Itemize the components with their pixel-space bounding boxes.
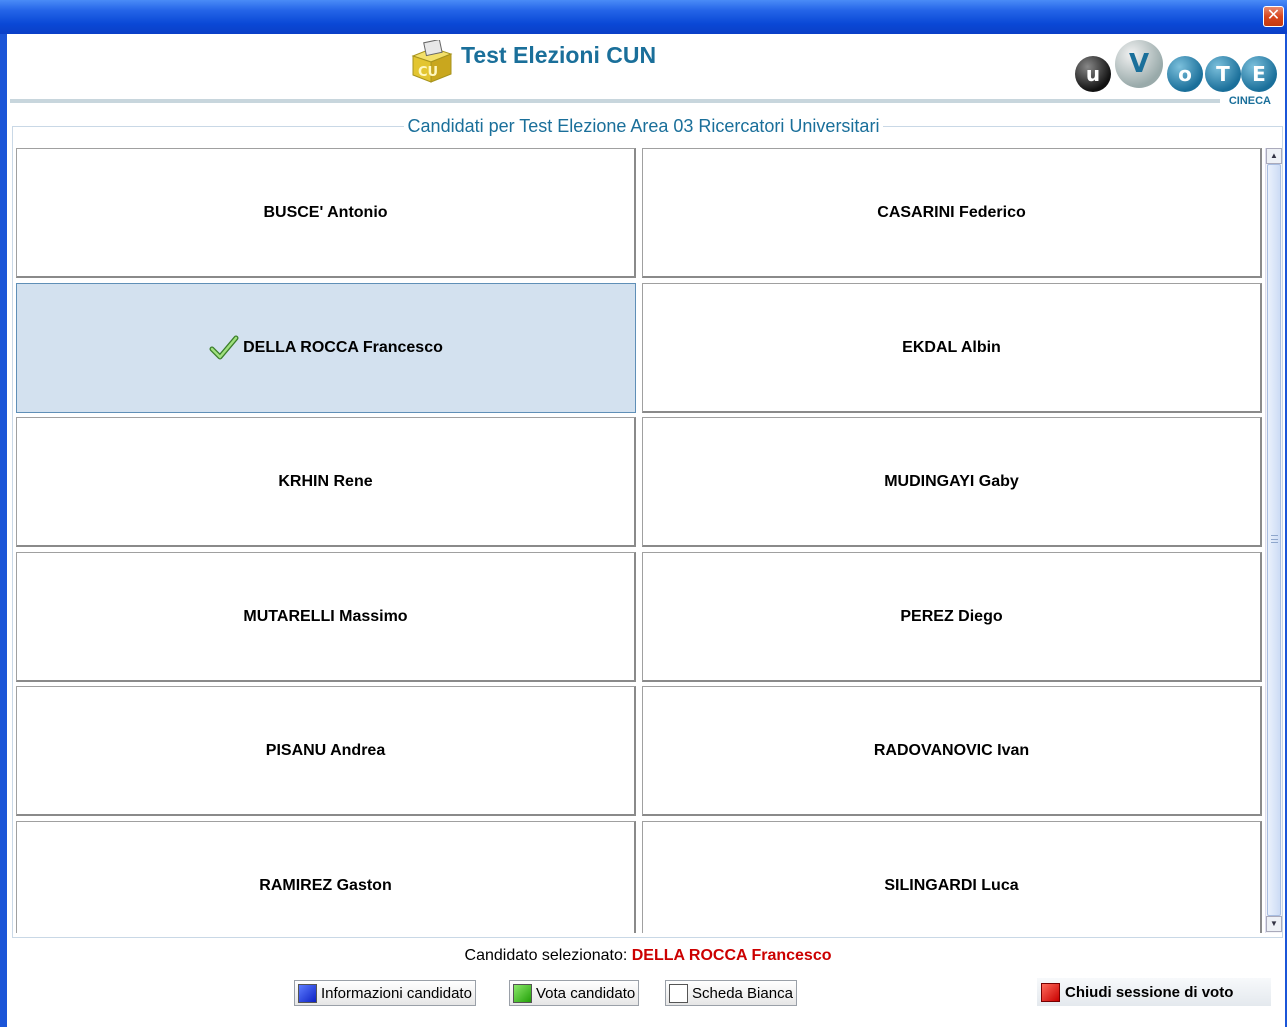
candidate-card[interactable]: RAMIREZ Gaston [16, 821, 636, 933]
panel-title: Candidati per Test Elezione Area 03 Rice… [403, 116, 884, 136]
candidate-grid: BUSCE' Antonio CASARINI Federico DELLA R… [16, 148, 1262, 933]
candidate-name: RADOVANOVIC Ivan [873, 741, 1030, 759]
candidate-name: BUSCE' Antonio [263, 203, 388, 221]
candidate-name: MUTARELLI Massimo [243, 607, 408, 625]
candidate-name: KRHIN Rene [278, 472, 373, 490]
vote-candidate-label: Vota candidato [536, 984, 636, 1002]
uvote-logo: u V o T E [1075, 40, 1277, 100]
brand-letter: o [1167, 56, 1203, 92]
app-header: CU Test Elezioni CUN u V o T E CINECA [7, 34, 1285, 107]
scroll-down-arrow-icon[interactable]: ▼ [1266, 916, 1282, 932]
selected-label: Candidato selezionato: [464, 947, 628, 964]
close-session-button[interactable]: Chiudi sessione di voto [1037, 978, 1271, 1006]
candidate-card[interactable]: PEREZ Diego [642, 552, 1262, 682]
red-square-icon [1041, 982, 1060, 1002]
candidate-name: CASARINI Federico [877, 203, 1026, 221]
scroll-thumb[interactable] [1267, 164, 1281, 916]
candidate-card-selected[interactable]: DELLA ROCCA Francesco [16, 283, 636, 413]
white-square-icon [669, 983, 688, 1003]
ballot-box-icon: CU [411, 40, 453, 83]
candidate-name: MUDINGAYI Gaby [884, 472, 1019, 490]
window-close-button[interactable]: ✕ [1263, 6, 1284, 27]
candidate-card[interactable]: PISANU Andrea [16, 686, 636, 816]
green-square-icon [513, 983, 532, 1003]
brand-letter: u [1075, 56, 1111, 92]
blank-ballot-label: Scheda Bianca [692, 984, 793, 1002]
brand-letter: T [1205, 56, 1241, 92]
candidate-card[interactable]: EKDAL Albin [642, 283, 1262, 413]
header-divider [10, 99, 1220, 103]
panel-title-wrap: Candidati per Test Elezione Area 03 Rice… [0, 116, 1287, 137]
candidate-card[interactable]: SILINGARDI Luca [642, 821, 1262, 933]
candidate-card[interactable]: MUTARELLI Massimo [16, 552, 636, 682]
app-title: Test Elezioni CUN [461, 42, 657, 68]
brand-subtitle: CINECA [1228, 95, 1271, 107]
blank-ballot-button[interactable]: Scheda Bianca [665, 980, 797, 1006]
candidate-card[interactable]: MUDINGAYI Gaby [642, 417, 1262, 547]
brand-letter: E [1241, 56, 1277, 92]
candidate-card[interactable]: CASARINI Federico [642, 148, 1262, 278]
blue-square-icon [298, 983, 317, 1003]
candidate-name: RAMIREZ Gaston [259, 876, 392, 894]
title-bar: ✕ [0, 0, 1287, 34]
candidate-card[interactable]: RADOVANOVIC Ivan [642, 686, 1262, 816]
info-candidate-label: Informazioni candidato [321, 984, 472, 1002]
checkmark-icon [209, 335, 239, 360]
vertical-scrollbar[interactable]: ▲ ▼ [1265, 148, 1282, 933]
candidate-name: EKDAL Albin [902, 338, 1001, 356]
close-session-label: Chiudi sessione di voto [1065, 983, 1234, 1001]
scroll-up-arrow-icon[interactable]: ▲ [1266, 148, 1282, 164]
candidate-name: PEREZ Diego [900, 607, 1003, 625]
svg-text:CU: CU [418, 65, 438, 80]
vote-candidate-button[interactable]: Vota candidato [509, 980, 640, 1006]
candidate-card[interactable]: KRHIN Rene [16, 417, 636, 547]
grip-icon [1271, 535, 1278, 543]
selected-candidate-name: DELLA ROCCA Francesco [631, 947, 832, 964]
brand-letter: V [1115, 40, 1163, 88]
candidate-name: PISANU Andrea [265, 741, 386, 759]
info-candidate-button[interactable]: Informazioni candidato [294, 980, 476, 1006]
candidate-card[interactable]: BUSCE' Antonio [16, 148, 636, 278]
candidate-name: DELLA ROCCA Francesco [243, 339, 443, 356]
selected-candidate-status: Candidato selezionato: DELLA ROCCA Franc… [0, 947, 1287, 965]
candidate-name: SILINGARDI Luca [884, 876, 1019, 894]
